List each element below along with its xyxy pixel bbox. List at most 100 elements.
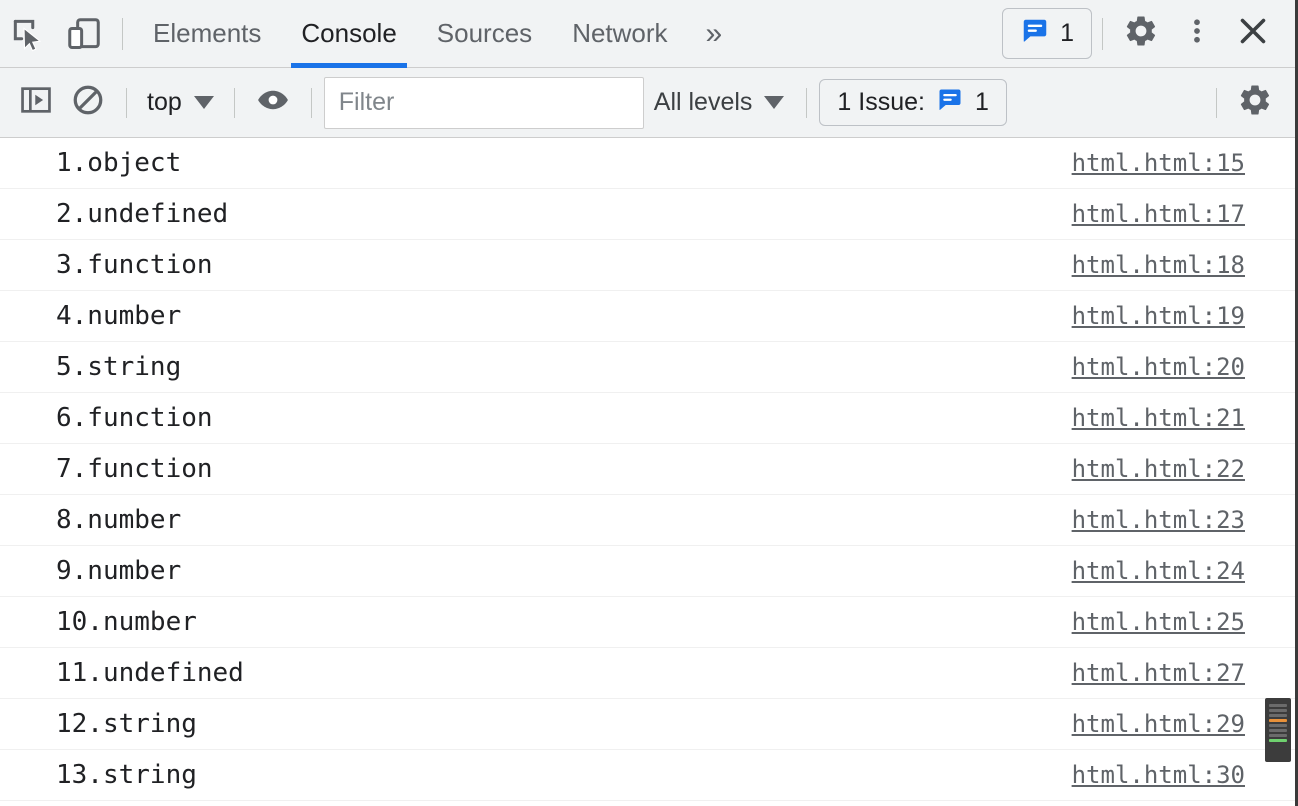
chevron-down-icon [193,96,214,109]
log-levels-value: All levels [653,88,753,116]
console-settings-button[interactable] [1229,77,1281,129]
devtools-settings-button[interactable] [1113,6,1169,62]
console-rows: 1.object html.html:15 2.undefined html.html… [0,138,1295,801]
console-message-row[interactable]: 6.function html.html:21 [0,393,1295,444]
console-message-text: 13.string [56,760,197,790]
execution-context-value: top [147,88,182,116]
issues-badge-button[interactable]: 1 [1002,8,1092,59]
filterbar-actions [1204,77,1295,129]
filterbar-divider-1 [126,87,127,118]
console-message-row[interactable]: 12.string html.html:29 [0,699,1295,750]
log-levels-selector[interactable]: All levels [644,88,795,117]
issues-badge-count: 1 [1060,19,1074,47]
minimap-mark [1269,714,1287,717]
minimap-mark [1269,704,1287,707]
console-message-text: 1.object [56,148,182,178]
console-message-row[interactable]: 10.number html.html:25 [0,597,1295,648]
tab-network[interactable]: Network [552,0,687,68]
clear-console-button[interactable] [62,77,114,129]
chevron-double-right-icon: » [705,16,723,50]
devtools-window: Elements Console Sources Network » 1 top… [0,0,1298,806]
tab-console-label: Console [301,18,397,48]
console-message-row[interactable]: 5.string html.html:20 [0,342,1295,393]
issue-counter-button[interactable]: 1 Issue: 1 [819,79,1007,126]
gear-icon [1237,82,1273,123]
minimap-mark-warning [1269,719,1287,722]
tab-console[interactable]: Console [281,0,416,68]
console-message-source-link[interactable]: html.html:18 [1072,251,1245,279]
more-tabs-button[interactable]: » [688,0,741,68]
minimap-mark [1269,734,1287,737]
live-expression-button[interactable] [247,77,299,129]
console-message-text: 6.function [56,403,213,433]
filterbar-divider-2 [233,87,235,118]
console-sidebar-icon [19,83,53,122]
console-filter-toolbar: top All levels 1 Issue: [0,68,1295,138]
tabbar-actions-divider [1102,17,1103,50]
filterbar-divider-5 [1216,87,1217,118]
console-message-list[interactable]: 1.object html.html:15 2.undefined html.html… [0,138,1295,806]
console-message-row[interactable]: 7.function html.html:22 [0,444,1295,495]
issues-message-icon [1020,16,1050,51]
console-message-source-link[interactable]: html.html:23 [1072,506,1245,534]
filterbar-divider-4 [806,87,808,118]
console-message-source-link[interactable]: html.html:17 [1072,200,1245,228]
tab-sources[interactable]: Sources [417,0,552,68]
console-message-row[interactable]: 8.number html.html:23 [0,495,1295,546]
filter-input[interactable] [323,76,644,129]
filterbar-divider-3 [310,87,312,118]
console-message-source-link[interactable]: html.html:27 [1072,659,1245,687]
inspect-element-icon [9,15,47,53]
device-toolbar-icon [65,15,103,53]
issue-counter-count: 1 [974,88,989,116]
console-message-source-link[interactable]: html.html:20 [1072,353,1245,381]
console-message-source-link[interactable]: html.html:21 [1072,404,1245,432]
console-message-source-link[interactable]: html.html:29 [1072,710,1245,738]
console-message-row[interactable]: 9.number html.html:24 [0,546,1295,597]
console-message-row[interactable]: 4.number html.html:19 [0,291,1295,342]
tab-network-label: Network [572,18,668,48]
console-message-text: 2.undefined [56,199,229,229]
console-message-text: 8.number [56,505,182,535]
tab-elements-label: Elements [153,18,262,48]
console-message-text: 11.undefined [56,658,244,688]
console-sidebar-toggle-button[interactable] [10,77,62,129]
console-message-text: 7.function [56,454,213,484]
tabbar-actions: 1 [1002,6,1295,62]
devtools-more-options-button[interactable] [1169,6,1225,62]
chevron-down-icon [764,96,785,109]
devtools-tabbar: Elements Console Sources Network » 1 [0,0,1295,68]
execution-context-selector[interactable]: top [139,88,222,117]
console-message-row[interactable]: 11.undefined html.html:27 [0,648,1295,699]
console-message-text: 5.string [56,352,182,382]
console-message-text: 9.number [56,556,182,586]
kebab-menu-icon [1182,13,1212,54]
tab-sources-label: Sources [436,18,533,48]
issue-counter-label: 1 Issue: [837,88,925,116]
tabbar-divider [122,17,123,50]
console-message-text: 12.string [56,709,197,739]
close-devtools-button[interactable] [1225,6,1281,62]
inspect-element-button[interactable] [0,6,56,62]
minimap-mark [1269,729,1287,732]
console-message-source-link[interactable]: html.html:19 [1072,302,1245,330]
console-message-source-link[interactable]: html.html:15 [1072,149,1245,177]
console-message-row[interactable]: 3.function html.html:18 [0,240,1295,291]
console-message-text: 4.number [56,301,182,331]
console-message-row[interactable]: 13.string html.html:30 [0,750,1295,801]
tab-elements[interactable]: Elements [133,0,281,68]
minimap-mark [1269,724,1287,727]
issues-message-icon [936,86,964,119]
gear-icon [1123,13,1159,54]
console-message-source-link[interactable]: html.html:24 [1072,557,1245,585]
console-message-source-link[interactable]: html.html:25 [1072,608,1245,636]
toggle-device-toolbar-button[interactable] [56,6,112,62]
console-message-source-link[interactable]: html.html:22 [1072,455,1245,483]
close-icon [1235,13,1271,54]
console-message-row[interactable]: 1.object html.html:15 [0,138,1295,189]
console-message-source-link[interactable]: html.html:30 [1072,761,1245,789]
console-scroll-minimap[interactable] [1265,698,1291,762]
clear-console-icon [71,83,105,122]
console-message-row[interactable]: 2.undefined html.html:17 [0,189,1295,240]
minimap-mark-info [1269,739,1287,742]
